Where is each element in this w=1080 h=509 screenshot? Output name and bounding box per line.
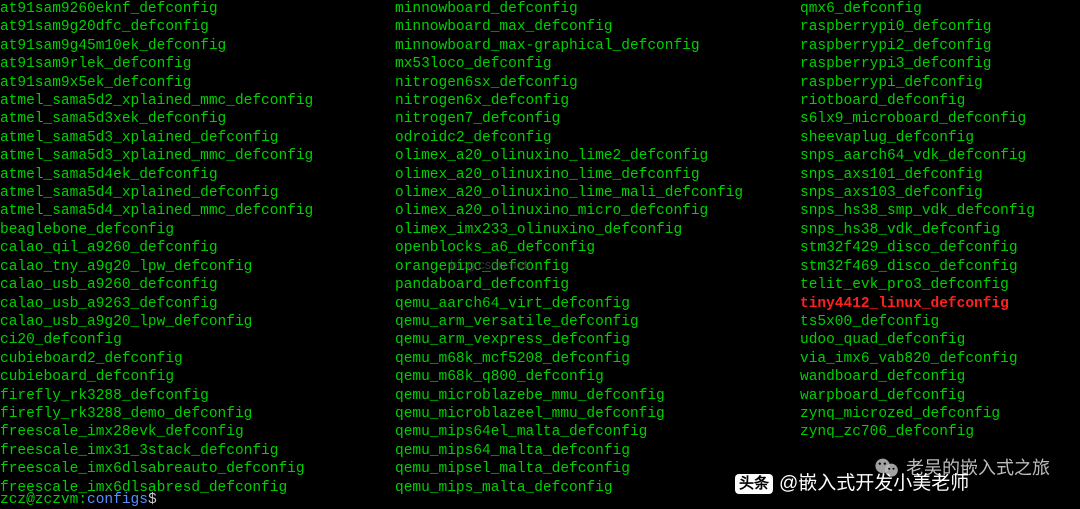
defconfig-file: atmel_sama5d3_xplained_defconfig xyxy=(0,129,395,147)
prompt-colon: : xyxy=(78,492,87,508)
defconfig-file: calao_usb_a9g20_lpw_defconfig xyxy=(0,313,395,331)
defconfig-file: calao_usb_a9263_defconfig xyxy=(0,295,395,313)
defconfig-file: at91sam9rlek_defconfig xyxy=(0,55,395,73)
shell-prompt[interactable]: zcz@zczvm:configs$ xyxy=(0,491,157,509)
defconfig-file: sheevaplug_defconfig xyxy=(800,129,1080,147)
defconfig-file: olimex_a20_olinuxino_lime2_defconfig xyxy=(395,147,800,165)
prompt-dollar: $ xyxy=(148,492,157,508)
defconfig-file: nitrogen6sx_defconfig xyxy=(395,74,800,92)
defconfig-file: stm32f429_disco_defconfig xyxy=(800,239,1080,257)
defconfig-file: qemu_arm_versatile_defconfig xyxy=(395,313,800,331)
watermark-toutiao-text: @嵌入式开发小美老师 xyxy=(779,475,969,493)
defconfig-file: freescale_imx31_3stack_defconfig xyxy=(0,442,395,460)
defconfig-file: atmel_sama5d4_xplained_mmc_defconfig xyxy=(0,202,395,220)
defconfig-file: wandboard_defconfig xyxy=(800,368,1080,386)
defconfig-file: warpboard_defconfig xyxy=(800,387,1080,405)
defconfig-file: minnowboard_max-graphical_defconfig xyxy=(395,37,800,55)
defconfig-file: olimex_a20_olinuxino_lime_defconfig xyxy=(395,166,800,184)
defconfig-file: openblocks_a6_defconfig xyxy=(395,239,800,257)
defconfig-file: calao_qil_a9260_defconfig xyxy=(0,239,395,257)
toutiao-icon: 头条 xyxy=(735,474,773,494)
defconfig-file: olimex_a20_olinuxino_micro_defconfig xyxy=(395,202,800,220)
defconfig-file: raspberrypi0_defconfig xyxy=(800,18,1080,36)
defconfig-file: freescale_imx6dlsabreauto_defconfig xyxy=(0,460,395,478)
defconfig-file: stm32f469_disco_defconfig xyxy=(800,258,1080,276)
defconfig-file: raspberrypi_defconfig xyxy=(800,74,1080,92)
defconfig-file: calao_usb_a9260_defconfig xyxy=(0,276,395,294)
defconfig-file: snps_hs38_vdk_defconfig xyxy=(800,221,1080,239)
defconfig-file: freescale_imx28evk_defconfig xyxy=(0,423,395,441)
listing-column-2: minnowboard_defconfigminnowboard_max_def… xyxy=(395,0,800,497)
defconfig-file: minnowboard_max_defconfig xyxy=(395,18,800,36)
defconfig-file: snps_aarch64_vdk_defconfig xyxy=(800,147,1080,165)
watermark-toutiao: 头条 @嵌入式开发小美老师 xyxy=(735,474,969,494)
defconfig-file: atmel_sama5d3xek_defconfig xyxy=(0,110,395,128)
defconfig-file: firefly_rk3288_demo_defconfig xyxy=(0,405,395,423)
defconfig-file: nitrogen6x_defconfig xyxy=(395,92,800,110)
defconfig-file: at91sam9260eknf_defconfig xyxy=(0,0,395,18)
defconfig-file: tiny4412_linux_defconfig xyxy=(800,295,1080,313)
defconfig-file: snps_axs101_defconfig xyxy=(800,166,1080,184)
defconfig-file: qemu_mips64el_malta_defconfig xyxy=(395,423,800,441)
defconfig-file: zynq_zc706_defconfig xyxy=(800,423,1080,441)
defconfig-file: ci20_defconfig xyxy=(0,331,395,349)
defconfig-file: qemu_arm_vexpress_defconfig xyxy=(395,331,800,349)
defconfig-file: qemu_aarch64_virt_defconfig xyxy=(395,295,800,313)
defconfig-file: qemu_mips64_malta_defconfig xyxy=(395,442,800,460)
defconfig-file: odroidc2_defconfig xyxy=(395,129,800,147)
defconfig-file: snps_hs38_smp_vdk_defconfig xyxy=(800,202,1080,220)
defconfig-file: snps_axs103_defconfig xyxy=(800,184,1080,202)
defconfig-file: at91sam9g20dfc_defconfig xyxy=(0,18,395,36)
defconfig-file: qemu_m68k_q800_defconfig xyxy=(395,368,800,386)
defconfig-file: atmel_sama5d4_xplained_defconfig xyxy=(0,184,395,202)
defconfig-file: nitrogen7_defconfig xyxy=(395,110,800,128)
defconfig-file: riotboard_defconfig xyxy=(800,92,1080,110)
defconfig-file: via_imx6_vab820_defconfig xyxy=(800,350,1080,368)
defconfig-file: cubieboard_defconfig xyxy=(0,368,395,386)
defconfig-file: telit_evk_pro3_defconfig xyxy=(800,276,1080,294)
defconfig-file: at91sam9g45m10ek_defconfig xyxy=(0,37,395,55)
defconfig-file: mx53loco_defconfig xyxy=(395,55,800,73)
prompt-path: configs xyxy=(87,492,148,508)
defconfig-file: atmel_sama5d3_xplained_mmc_defconfig xyxy=(0,147,395,165)
defconfig-file: s6lx9_microboard_defconfig xyxy=(800,110,1080,128)
listing-column-1: at91sam9260eknf_defconfigat91sam9g20dfc_… xyxy=(0,0,395,497)
watermark-url: blog.csdn.net/ xyxy=(450,256,531,274)
defconfig-file: atmel_sama5d2_xplained_mmc_defconfig xyxy=(0,92,395,110)
defconfig-file: zynq_microzed_defconfig xyxy=(800,405,1080,423)
defconfig-file: beaglebone_defconfig xyxy=(0,221,395,239)
defconfig-file: udoo_quad_defconfig xyxy=(800,331,1080,349)
defconfig-file: qemu_m68k_mcf5208_defconfig xyxy=(395,350,800,368)
defconfig-file: olimex_a20_olinuxino_lime_mali_defconfig xyxy=(395,184,800,202)
defconfig-file: cubieboard2_defconfig xyxy=(0,350,395,368)
defconfig-file: qemu_microblazeel_mmu_defconfig xyxy=(395,405,800,423)
defconfig-file: atmel_sama5d4ek_defconfig xyxy=(0,166,395,184)
defconfig-file: minnowboard_defconfig xyxy=(395,0,800,18)
defconfig-file: at91sam9x5ek_defconfig xyxy=(0,74,395,92)
defconfig-file: pandaboard_defconfig xyxy=(395,276,800,294)
listing-column-3: qmx6_defconfigraspberrypi0_defconfigrasp… xyxy=(800,0,1080,497)
defconfig-file: firefly_rk3288_defconfig xyxy=(0,387,395,405)
defconfig-file: raspberrypi2_defconfig xyxy=(800,37,1080,55)
defconfig-file: qemu_microblazebe_mmu_defconfig xyxy=(395,387,800,405)
defconfig-file: olimex_imx233_olinuxino_defconfig xyxy=(395,221,800,239)
defconfig-file: raspberrypi3_defconfig xyxy=(800,55,1080,73)
prompt-user-host: zcz@zczvm xyxy=(0,492,78,508)
defconfig-file: calao_tny_a9g20_lpw_defconfig xyxy=(0,258,395,276)
defconfig-file: qmx6_defconfig xyxy=(800,0,1080,18)
terminal-listing: at91sam9260eknf_defconfigat91sam9g20dfc_… xyxy=(0,0,1080,497)
defconfig-file: ts5x00_defconfig xyxy=(800,313,1080,331)
